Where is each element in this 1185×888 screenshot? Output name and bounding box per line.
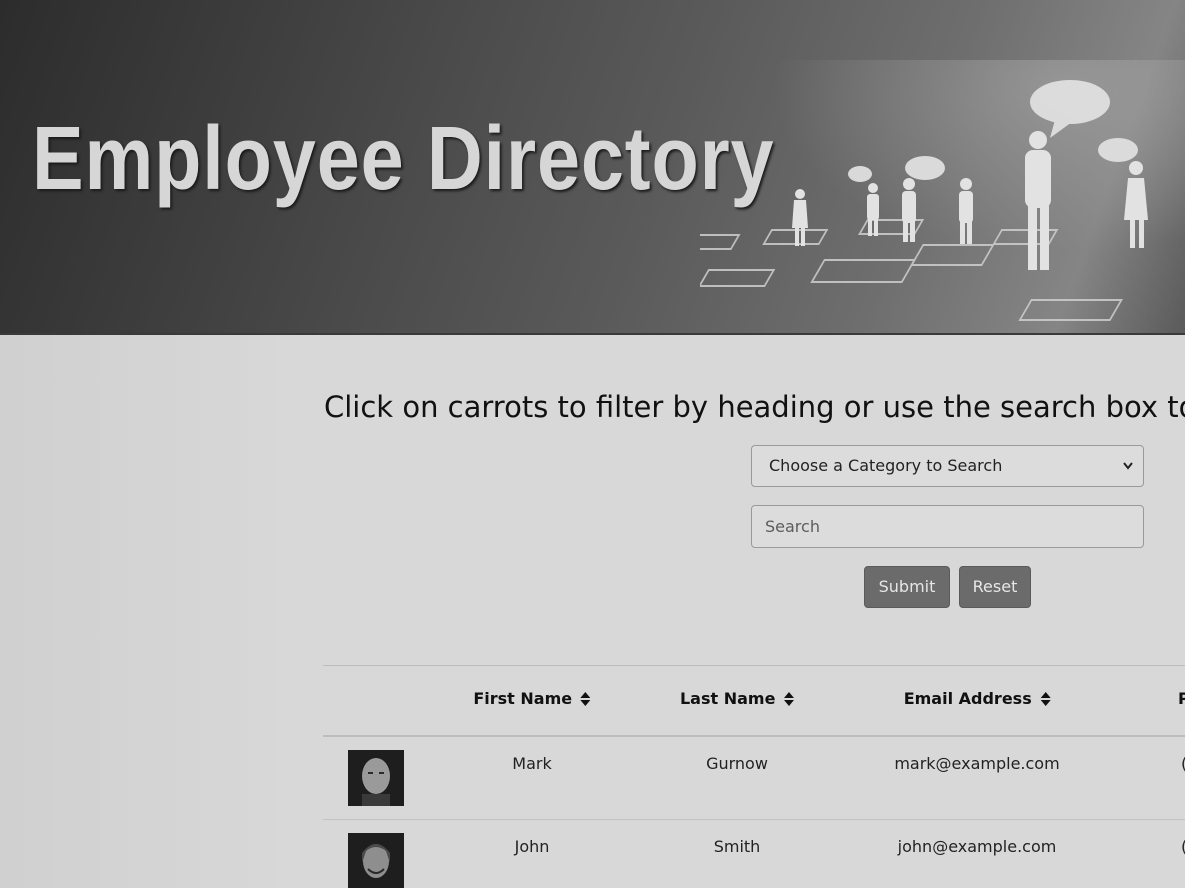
header-phone-label: Ph — [1178, 689, 1185, 708]
avatar — [348, 750, 404, 806]
category-select-label: Choose a Category to Search — [769, 456, 1003, 475]
header-phone[interactable]: Ph — [1178, 689, 1185, 708]
cell-phone: ( — [1181, 837, 1185, 856]
cell-phone: ( — [1181, 754, 1185, 773]
cell-email: mark@example.com — [894, 754, 1060, 773]
cell-first-name: Mark — [512, 754, 552, 773]
page-shade — [0, 335, 300, 888]
reset-button[interactable]: Reset — [959, 566, 1031, 608]
category-select[interactable]: Choose a Category to Search — [751, 445, 1144, 487]
header-last-name[interactable]: Last Name — [679, 689, 795, 708]
business-people-illustration — [700, 60, 1185, 335]
cell-first-name: John — [514, 837, 550, 856]
submit-button[interactable]: Submit — [864, 566, 950, 608]
header-email-label: Email Address — [903, 689, 1032, 708]
header-banner: Employee Directory — [0, 0, 1185, 335]
row-divider — [323, 819, 1185, 820]
sort-caret-icon[interactable] — [784, 691, 795, 706]
cell-last-name: Gurnow — [706, 754, 768, 773]
header-email-address[interactable]: Email Address — [904, 689, 1051, 708]
banner-divider — [0, 333, 1185, 335]
header-last-name-label: Last Name — [679, 689, 776, 708]
employee-table: First Name Last Name Email Address Ph Ma… — [323, 665, 1185, 888]
sort-caret-icon[interactable] — [580, 691, 591, 706]
header-first-name[interactable]: First Name — [473, 689, 591, 708]
header-first-name-label: First Name — [473, 689, 573, 708]
sort-caret-icon[interactable] — [1040, 691, 1051, 706]
search-input[interactable] — [751, 505, 1144, 548]
cell-last-name: Smith — [713, 837, 761, 856]
banner-title: Employee Directory — [32, 109, 775, 209]
instructions-heading: Click on carrots to filter by heading or… — [324, 390, 1185, 424]
table-top-border — [323, 665, 1185, 666]
cell-email: john@example.com — [897, 837, 1057, 856]
chevron-down-icon — [1122, 446, 1134, 503]
avatar — [348, 833, 404, 888]
table-header-border — [323, 735, 1185, 737]
